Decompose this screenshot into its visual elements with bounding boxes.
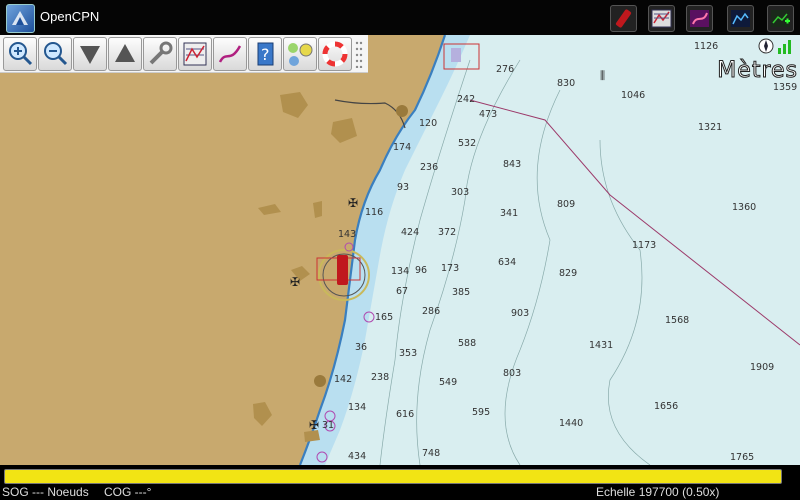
depth-sounding: 134	[348, 402, 367, 413]
depth-sounding: 424	[401, 227, 420, 238]
main-toolbar: ?	[0, 35, 368, 73]
depth-sounding: 903	[511, 308, 530, 319]
depth-sounding: 1360	[732, 202, 757, 213]
opencpn-logo-icon	[6, 4, 35, 33]
depth-sounding: 532	[458, 138, 477, 149]
depth-sounding: 116	[365, 207, 384, 218]
route-icon[interactable]	[610, 5, 637, 32]
depth-sounding: 1173	[632, 240, 657, 251]
scale-up-icon[interactable]	[108, 37, 142, 71]
depth-sounding: 1765	[730, 452, 755, 463]
svg-text:✠: ✠	[290, 275, 300, 289]
nautical-chart: ✠ ✠ ✠ ⫼	[0, 35, 800, 465]
depth-sounding: 341	[500, 208, 519, 219]
depth-sounding: 595	[472, 407, 491, 418]
svg-text:⫼: ⫼	[600, 69, 605, 82]
depth-sounding: 1568	[665, 315, 690, 326]
depth-sounding: 1656	[654, 401, 679, 412]
depth-sounding: 238	[371, 372, 390, 383]
depth-sounding: 1321	[698, 122, 723, 133]
app-title: OpenCPN	[40, 9, 100, 24]
svg-text:?: ?	[261, 45, 270, 64]
help-icon[interactable]: ?	[248, 37, 282, 71]
lifebuoy-icon[interactable]	[318, 37, 352, 71]
depth-sounding: 120	[419, 118, 438, 129]
depth-sounding: 434	[348, 451, 367, 462]
depth-units-label: Mètres	[717, 58, 798, 84]
depth-sounding: 830	[557, 78, 576, 89]
depth-sounding: 174	[393, 142, 412, 153]
depth-sounding: 142	[334, 374, 353, 385]
depth-sounding: 829	[559, 268, 578, 279]
depth-sounding: 1431	[589, 340, 614, 351]
depth-sounding: 803	[503, 368, 522, 379]
depth-sounding: 588	[458, 338, 477, 349]
depth-sounding: 372	[438, 227, 457, 238]
scale-down-icon[interactable]	[73, 37, 107, 71]
depth-sounding: 143	[338, 229, 357, 240]
depth-sounding: 303	[451, 187, 470, 198]
gps-status-icon[interactable]	[758, 37, 796, 55]
depth-sounding: 236	[420, 162, 439, 173]
depth-sounding: 96	[415, 265, 428, 276]
tide-icon[interactable]	[727, 5, 754, 32]
cog-readout: COG ---°	[104, 485, 152, 499]
title-bar: OpenCPN	[0, 0, 800, 35]
depth-sounding: 276	[496, 64, 515, 75]
depth-sounding: 173	[441, 263, 460, 274]
depth-sounding: 134	[391, 266, 410, 277]
depth-sounding: 286	[422, 306, 441, 317]
ais-icon[interactable]	[283, 37, 317, 71]
depth-sounding: 31	[322, 420, 335, 431]
zoom-in-icon[interactable]	[3, 37, 37, 71]
status-bar: SOG --- Noeuds COG ---° Echelle 197700 (…	[0, 465, 800, 500]
depth-sounding: 36	[355, 342, 368, 353]
sog-readout: SOG --- Noeuds	[2, 485, 89, 499]
svg-text:✠: ✠	[309, 418, 319, 432]
chart-settings-icon[interactable]	[648, 5, 675, 32]
scale-readout: Echelle 197700 (0.50x)	[596, 485, 720, 499]
svg-text:✠: ✠	[348, 196, 358, 210]
depth-sounding: 1126	[694, 41, 719, 52]
toolbar-grip-icon[interactable]	[354, 40, 364, 69]
settings-icon[interactable]	[143, 37, 177, 71]
depth-sounding: 353	[399, 348, 418, 359]
depth-sounding: 165	[375, 312, 394, 323]
depth-sounding: 1046	[621, 90, 646, 101]
depth-sounding: 549	[439, 377, 458, 388]
tracks-icon[interactable]	[213, 37, 247, 71]
depth-sounding: 1359	[773, 82, 798, 93]
depth-sounding: 473	[479, 109, 498, 120]
depth-sounding: 67	[396, 286, 409, 297]
tracks-icon[interactable]	[686, 5, 713, 32]
depth-sounding: 616	[396, 409, 415, 420]
depth-sounding: 634	[498, 257, 517, 268]
depth-sounding: 843	[503, 159, 522, 170]
progress-bar	[4, 469, 782, 484]
route-manager-icon[interactable]	[178, 37, 212, 71]
depth-sounding: 1909	[750, 362, 775, 373]
add-chart-icon[interactable]	[767, 5, 794, 32]
depth-sounding: 242	[457, 94, 476, 105]
depth-sounding: 1440	[559, 418, 584, 429]
depth-sounding: 93	[397, 182, 410, 193]
chart-canvas[interactable]: ✠ ✠ ✠ ⫼ 1126 276 830 1046 1359 242 473 1…	[0, 35, 800, 465]
zoom-out-icon[interactable]	[38, 37, 72, 71]
depth-sounding: 809	[557, 199, 576, 210]
depth-sounding: 748	[422, 448, 441, 459]
depth-sounding: 385	[452, 287, 471, 298]
